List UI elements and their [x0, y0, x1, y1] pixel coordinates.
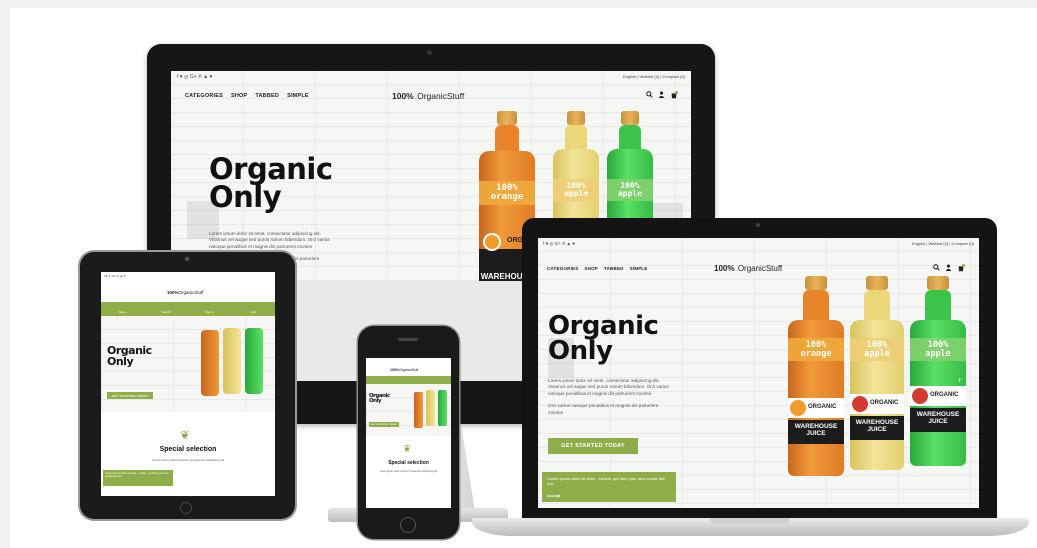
nav-shop[interactable]: SHOP	[231, 93, 247, 99]
leaf-icon: ❦	[403, 444, 412, 455]
tablet-screen: f ♥ ◎ G+ ℗ ▲ ♥ 100%OrganicStuff Menu Sea…	[101, 272, 275, 496]
hero-title: Organic Only	[369, 393, 390, 405]
tab-cart[interactable]: Cart	[232, 302, 276, 316]
wishlist-link[interactable]: Wishlist (0)	[929, 241, 949, 246]
special-selection-title: Special selection	[388, 460, 429, 466]
tablet: f ♥ ◎ G+ ℗ ▲ ♥ 100%OrganicStuff Menu Sea…	[80, 252, 295, 519]
tablet-home-button[interactable]	[180, 502, 192, 514]
nav-tabbed[interactable]: TABBED	[604, 266, 624, 271]
get-started-button[interactable]: GET STARTED TODAY	[369, 422, 399, 427]
bottle-apple: 100% apple ORGANIC WAREHOUSE JUICE	[850, 276, 904, 472]
cart-icon[interactable]	[957, 264, 965, 272]
hero-title: Organic Only	[107, 344, 152, 368]
slider-prev-arrow[interactable]	[187, 201, 219, 239]
bottle-orange	[201, 330, 219, 396]
bottle-apple	[426, 390, 435, 426]
bottle-green	[438, 390, 447, 426]
phone-tabbar	[366, 376, 451, 384]
tab-search[interactable]: Search	[145, 302, 189, 316]
phone-home-button[interactable]	[400, 517, 416, 533]
top-right-links: English | Wishlist (0) | Compare (0)	[912, 241, 974, 246]
laptop-screen: f ♥ ◎ G+ ℗ ▲ ♥ English | Wishlist (0) | …	[538, 238, 979, 508]
special-selection-text: Lorem ipsum dolor sit amet, consectetur …	[151, 458, 225, 462]
nav-tabbed[interactable]: TABBED	[255, 93, 279, 99]
nav-shop[interactable]: SHOP	[584, 266, 598, 271]
language-selector[interactable]: English	[623, 74, 636, 79]
hero-title: Organic Only	[209, 152, 333, 215]
compare-link[interactable]: Compare (0)	[952, 241, 974, 246]
user-icon[interactable]	[945, 264, 952, 271]
desktop-nav: CATEGORIES SHOP TABBED SIMPLE	[185, 93, 309, 99]
special-selection-text: Lorem ipsum dolor sit amet, consectetur …	[379, 470, 438, 473]
tab-menu[interactable]: Menu	[101, 302, 145, 316]
tab-sign-in[interactable]: Sign in	[188, 302, 232, 316]
tablet-hero: Organic Only GET STARTED TODAY	[101, 316, 275, 412]
search-icon[interactable]	[646, 91, 653, 98]
nav-categories[interactable]: CATEGORIES	[547, 266, 578, 271]
get-started-button[interactable]: GET STARTED TODAY	[107, 392, 153, 399]
nav-simple[interactable]: SIMPLE	[287, 93, 309, 99]
hero-lorem: Lorem ipsum dolor sit amet, consectetur …	[548, 378, 669, 415]
cookie-accept-button[interactable]: Accept	[547, 493, 671, 498]
get-started-button[interactable]: GET STARTED TODAY	[548, 438, 638, 454]
site-logo[interactable]: 100%OrganicStuff	[167, 290, 203, 295]
laptop-notch	[710, 518, 790, 524]
phone-screen: 100%OrganicStuff Organic Only GET STARTED…	[366, 358, 451, 508]
bottle-orange	[414, 392, 423, 428]
bottle-green	[245, 328, 263, 394]
header-icons	[646, 91, 678, 99]
nav-categories[interactable]: CATEGORIES	[185, 93, 223, 99]
cookie-text: Lorem ipsum dolor sit amet - enable, put…	[547, 476, 665, 486]
laptop: f ♥ ◎ G+ ℗ ▲ ♥ English | Wishlist (0) | …	[522, 218, 997, 520]
phone: 100%OrganicStuff Organic Only GET STARTED…	[358, 326, 459, 539]
desktop-camera	[427, 50, 432, 55]
user-icon[interactable]	[658, 91, 665, 98]
tablet-camera	[185, 257, 189, 261]
language-selector[interactable]: English	[912, 241, 925, 246]
cookie-banner: Lorem ipsum dolor sit amet - enable, put…	[542, 472, 676, 502]
wishlist-link[interactable]: Wishlist (0)	[640, 74, 660, 79]
phone-hero: Organic Only GET STARTED TODAY	[366, 384, 451, 436]
laptop-camera	[756, 223, 760, 227]
nav-simple[interactable]: SIMPLE	[630, 266, 648, 271]
bottle-apple	[223, 328, 241, 394]
cookie-banner: Lorem ipsum dolor sit amet - enable, put…	[103, 470, 173, 486]
header-icons	[933, 264, 965, 272]
hero-title: Organic Only	[548, 311, 659, 367]
search-icon[interactable]	[933, 264, 940, 271]
bottle-green: 100% apple ORGANIC WAREHOUSE JUICE	[910, 276, 966, 466]
leaf-icon: ❦	[180, 428, 191, 442]
slider-next-arrow[interactable]: ›	[958, 373, 966, 385]
site-logo[interactable]: 100%...OrganicStuff	[392, 91, 464, 101]
social-icons: f ♥ ◎ G+ ℗ ▲ ♥	[177, 74, 213, 80]
devices-mockup: f ♥ ◎ G+ ℗ ▲ ♥ English | Wishlist (0) | …	[10, 8, 1037, 548]
top-right-links: English | Wishlist (0) | Compare (0)	[623, 74, 685, 79]
special-selection-title: Special selection	[159, 446, 217, 453]
bottle-orange: 100% orange ORGANIC WAREHOUSE JUICE	[788, 276, 844, 476]
site-logo[interactable]: 100%OrganicStuff	[390, 368, 418, 372]
laptop-nav: CATEGORIES SHOP TABBED SIMPLE	[547, 266, 648, 271]
social-icons: f ♥ ◎ G+ ℗ ▲ ♥	[104, 274, 126, 278]
cart-icon[interactable]	[670, 91, 678, 99]
compare-link[interactable]: Compare (0)	[663, 74, 685, 79]
tablet-tabbar: Menu Search Sign in Cart	[101, 302, 275, 316]
site-logo[interactable]: 100%...OrganicStuff	[714, 264, 782, 273]
social-icons: f ♥ ◎ G+ ℗ ▲ ♥	[543, 241, 575, 246]
phone-speaker	[398, 338, 418, 341]
